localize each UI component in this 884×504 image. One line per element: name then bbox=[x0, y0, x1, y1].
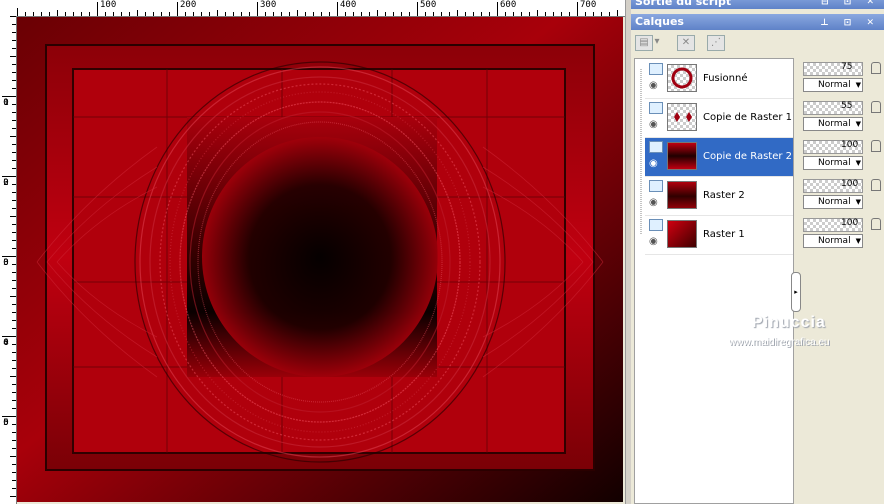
blend-mode-select[interactable]: Normal ▼ bbox=[803, 117, 863, 131]
ruler-top-label: 500 bbox=[420, 0, 437, 10]
layer-row[interactable]: ◉ Fusionné bbox=[645, 60, 793, 99]
chevron-down-icon: ▼ bbox=[855, 198, 861, 206]
layer-type-icon bbox=[649, 63, 663, 75]
ruler-top-label: 400 bbox=[340, 0, 357, 10]
lock-icon[interactable] bbox=[871, 101, 881, 113]
ring-thumbnail bbox=[671, 67, 693, 89]
layer-props: 75 Normal ▼ bbox=[801, 60, 884, 96]
watermark-name: Pinuccia bbox=[752, 314, 826, 331]
layer-row[interactable]: ◉ Raster 1 bbox=[645, 216, 793, 255]
layer-thumbnail bbox=[667, 142, 697, 170]
lock-icon[interactable] bbox=[871, 62, 881, 74]
new-layer-icon[interactable]: ▤ bbox=[635, 35, 653, 51]
eye-icon[interactable]: ◉ bbox=[649, 237, 661, 247]
blend-mode-select[interactable]: Normal ▼ bbox=[803, 234, 863, 248]
lock-icon[interactable] bbox=[871, 179, 881, 191]
layers-title: Calques bbox=[635, 15, 684, 28]
layer-name: Copie de Raster 2 bbox=[703, 151, 793, 162]
chevron-down-icon: ▼ bbox=[855, 159, 861, 167]
layer-name: Raster 2 bbox=[703, 190, 745, 201]
layer-row[interactable]: ◉ Copie de Raster 1 bbox=[645, 99, 793, 138]
layers-list: ◉ Fusionné ◉ Copie de Raster 1 ◉ Copie d… bbox=[634, 58, 794, 504]
eye-icon[interactable]: ◉ bbox=[649, 198, 661, 208]
chevron-down-icon: ▼ bbox=[855, 81, 861, 89]
ruler-left: 100 200 300 400 500 bbox=[0, 16, 17, 504]
chevron-down-icon: ▼ bbox=[855, 237, 861, 245]
ruler-top-label: 300 bbox=[260, 0, 277, 10]
layer-props: 100 Normal ▼ bbox=[801, 216, 884, 252]
layer-thumbnail bbox=[667, 181, 697, 209]
layer-row[interactable]: ◉ Raster 2 bbox=[645, 177, 793, 216]
layer-type-icon bbox=[649, 102, 663, 114]
blend-mode-select[interactable]: Normal ▼ bbox=[803, 78, 863, 92]
opacity-value: 100 bbox=[841, 179, 859, 189]
layer-properties-column: 75 Normal ▼ 55 Normal ▼ 100 Normal ▼ 100 No… bbox=[799, 58, 884, 504]
artwork bbox=[17, 17, 623, 502]
layer-type-icon bbox=[649, 219, 663, 231]
ruler-top-label: 100 bbox=[100, 0, 117, 10]
opacity-value: 100 bbox=[841, 218, 859, 228]
ruler-top: 100 200 300 400 500 600 700 bbox=[0, 0, 625, 17]
lock-icon[interactable] bbox=[871, 140, 881, 152]
diamonds-thumbnail bbox=[674, 112, 692, 122]
opacity-value: 75 bbox=[841, 62, 853, 72]
image-canvas[interactable] bbox=[17, 17, 623, 502]
layer-props: 55 Normal ▼ bbox=[801, 99, 884, 135]
chevron-down-icon: ▼ bbox=[855, 120, 861, 128]
properties-icon[interactable]: ⋰ bbox=[707, 35, 725, 51]
eye-icon[interactable]: ◉ bbox=[649, 81, 661, 91]
layer-thumbnail bbox=[667, 64, 697, 92]
layer-name: Copie de Raster 1 bbox=[703, 112, 793, 123]
layers-toolbar: ▤ ▾ ✕ ⋰ bbox=[631, 31, 884, 55]
opacity-slider[interactable] bbox=[803, 101, 863, 115]
layer-type-icon bbox=[649, 180, 663, 192]
script-output-title: Sortie du script bbox=[635, 0, 732, 8]
panel-collapse-handle[interactable]: ▸ bbox=[791, 272, 801, 312]
chevron-down-icon[interactable]: ▾ bbox=[653, 35, 661, 49]
ruler-top-label: 700 bbox=[580, 0, 597, 10]
opacity-slider[interactable] bbox=[803, 62, 863, 76]
layer-props: 100 Normal ▼ bbox=[801, 138, 884, 174]
watermark-url: www.maidiregrafica.eu bbox=[729, 337, 830, 348]
blend-mode-select[interactable]: Normal ▼ bbox=[803, 156, 863, 170]
eye-icon[interactable]: ◉ bbox=[649, 120, 661, 130]
layer-props: 100 Normal ▼ bbox=[801, 177, 884, 213]
layer-thumbnail bbox=[667, 220, 697, 248]
layer-name: Raster 1 bbox=[703, 229, 745, 240]
layer-name: Fusionné bbox=[703, 73, 748, 84]
layer-type-icon bbox=[649, 141, 663, 153]
layers-titlebar[interactable]: Calques ⊥ ⊡ ✕ bbox=[631, 14, 884, 30]
layers-palette: Sortie du script ⊟ ⊡ ✕ Calques ⊥ ⊡ ✕ ▤ ▾… bbox=[631, 0, 884, 504]
opacity-value: 100 bbox=[841, 140, 859, 150]
script-output-titlebar[interactable]: Sortie du script ⊟ ⊡ ✕ bbox=[631, 0, 884, 9]
layer-thumbnail bbox=[667, 103, 697, 131]
lock-icon[interactable] bbox=[871, 218, 881, 230]
ruler-top-ticks bbox=[17, 2, 618, 16]
ruler-top-label: 600 bbox=[500, 0, 517, 10]
opacity-value: 55 bbox=[841, 101, 853, 111]
eye-icon[interactable]: ◉ bbox=[649, 159, 661, 169]
blend-mode-select[interactable]: Normal ▼ bbox=[803, 195, 863, 209]
titlebar-icons: ⊟ ⊡ ✕ bbox=[821, 0, 880, 7]
delete-layer-icon[interactable]: ✕ bbox=[677, 35, 695, 51]
layer-row-selected[interactable]: ◉ Copie de Raster 2 bbox=[645, 138, 793, 177]
ruler-top-label: 200 bbox=[180, 0, 197, 10]
pin-icon[interactable]: ⊥ ⊡ ✕ bbox=[820, 15, 880, 31]
